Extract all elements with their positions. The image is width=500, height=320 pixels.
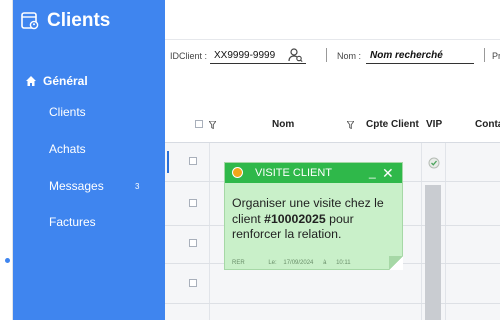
note-author: RER: [232, 260, 245, 266]
nom-label: Nom :: [337, 51, 362, 61]
sticky-note[interactable]: VISITE CLIENT _ ✕ Organiser une visite c…: [224, 162, 403, 270]
note-title: VISITE CLIENT: [255, 167, 333, 179]
filter-icon[interactable]: [209, 121, 216, 129]
row-divider: [165, 303, 500, 304]
vip-status-icon: [428, 157, 440, 169]
note-text: Organiser une visite chez le client #100…: [232, 196, 400, 243]
pin-icon: [232, 167, 243, 178]
note-time: 10:11: [336, 260, 351, 266]
row-checkbox[interactable]: [189, 239, 197, 247]
home-icon: [26, 76, 36, 86]
messages-count-badge: 3: [135, 182, 140, 191]
select-all-checkbox[interactable]: [195, 120, 203, 128]
filter-separator: [484, 48, 485, 62]
column-divider: [209, 143, 210, 320]
sidebar-item-messages[interactable]: Messages: [49, 179, 104, 193]
app-header: Clients: [21, 10, 110, 32]
section-general[interactable]: Général: [25, 74, 88, 88]
sidebar: Clients Général Clients Achats Messages …: [13, 0, 165, 320]
column-divider: [421, 143, 422, 320]
column-header-nom[interactable]: Nom: [272, 119, 294, 130]
note-date: 17/09/2024: [283, 260, 314, 266]
filter-separator: [326, 48, 327, 62]
user-search-icon[interactable]: [288, 48, 303, 62]
row-checkbox[interactable]: [189, 279, 197, 287]
close-button[interactable]: ✕: [382, 166, 394, 180]
resize-handle[interactable]: [5, 258, 10, 263]
note-footer: RER Le: 17/09/2024 à 10:11: [232, 260, 351, 266]
column-header-contact[interactable]: Conta: [475, 119, 500, 130]
extra-filter-label: Pr: [492, 51, 500, 61]
app-title: Clients: [47, 10, 111, 31]
section-label: Général: [43, 74, 88, 88]
client-id: #10002025: [264, 211, 326, 226]
note-corner-fold: [389, 256, 403, 270]
column-header-cpte-client[interactable]: Cpte Client: [366, 119, 419, 130]
row-checkbox[interactable]: [189, 157, 197, 165]
note-header[interactable]: VISITE CLIENT _ ✕: [225, 163, 402, 183]
row-checkbox[interactable]: [189, 199, 197, 207]
date-label: Le:: [268, 260, 277, 266]
column-divider: [445, 143, 446, 320]
nom-field[interactable]: [366, 47, 474, 64]
column-header-vip[interactable]: VIP: [426, 119, 442, 130]
sidebar-item-achats[interactable]: Achats: [49, 142, 86, 156]
left-strip: [0, 0, 13, 320]
time-separator: à: [323, 260, 327, 266]
top-bar: [165, 0, 500, 40]
row-focus-indicator: [167, 151, 169, 173]
filter-icon[interactable]: [347, 121, 354, 129]
vip-column-fill: [425, 185, 441, 320]
clients-app-icon: [21, 12, 39, 30]
minimize-button[interactable]: _: [369, 165, 376, 179]
sidebar-item-clients[interactable]: Clients: [49, 105, 86, 119]
sidebar-item-factures[interactable]: Factures: [49, 215, 96, 229]
idclient-label: IDClient :: [170, 51, 208, 61]
